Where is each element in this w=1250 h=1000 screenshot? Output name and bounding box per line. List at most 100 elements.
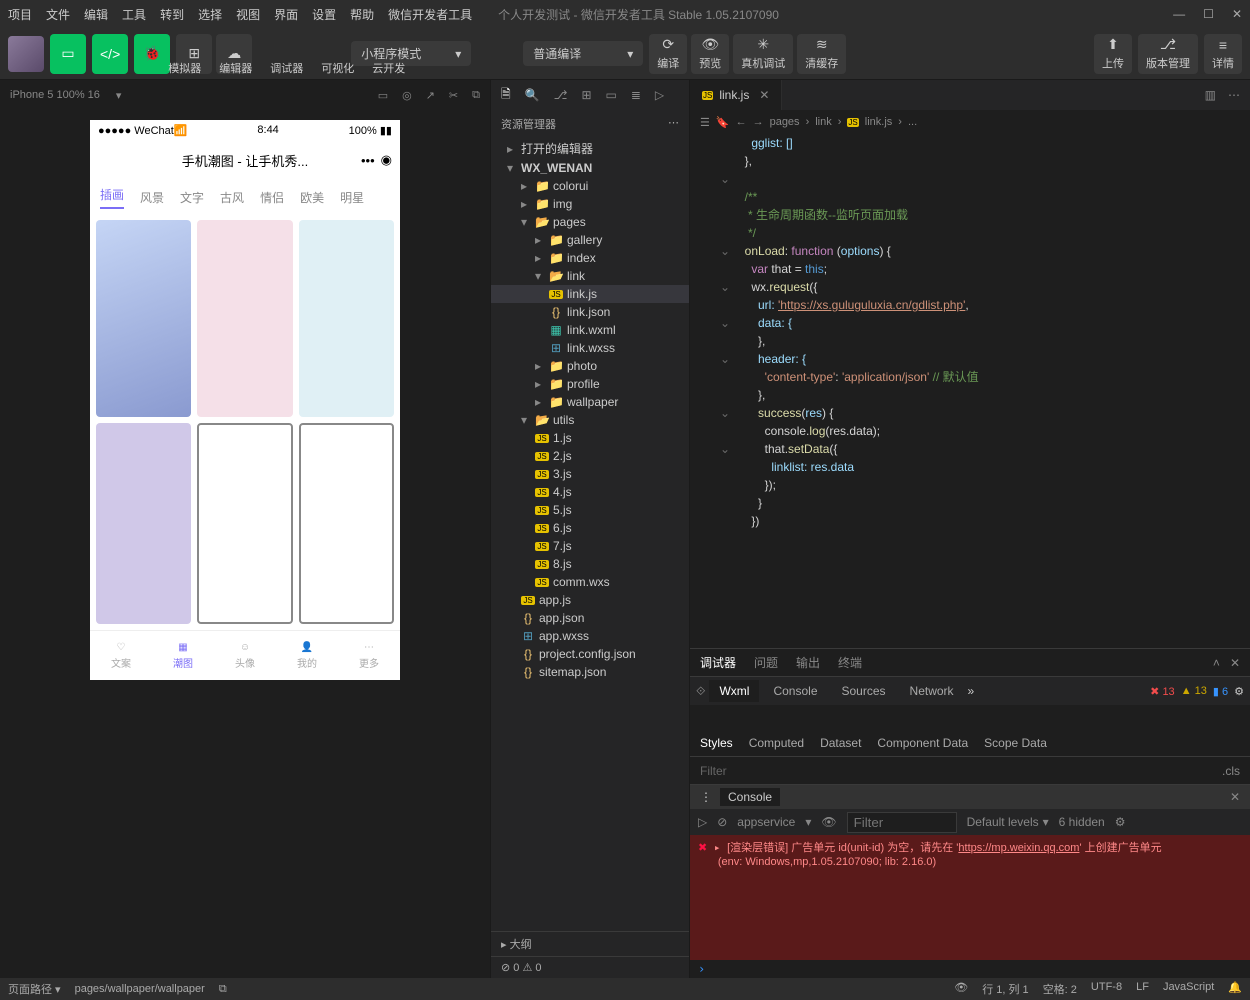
breadcrumb[interactable]: ☰ 🔖 ← → pages › link › JS link.js › ... (690, 110, 1250, 134)
target-icon[interactable]: ◉ (381, 152, 392, 168)
console-drawer-icon[interactable]: ⋮ (700, 790, 712, 804)
folder-wallpaper[interactable]: ▸📁wallpaper (491, 393, 689, 411)
tab-sources[interactable]: Sources (832, 680, 896, 702)
language[interactable]: JavaScript (1163, 981, 1214, 997)
tab-debugger[interactable]: 调试器 (700, 654, 736, 671)
file-projectconfig[interactable]: {}project.config.json (491, 645, 689, 663)
share-icon[interactable]: ↗ (426, 89, 435, 102)
folder-gallery[interactable]: ▸📁gallery (491, 231, 689, 249)
remote-debug-button[interactable]: ✳真机调试 (733, 34, 793, 74)
wallpaper-item[interactable] (197, 423, 292, 624)
file-sitemap[interactable]: {}sitemap.json (491, 663, 689, 681)
file-3js[interactable]: JS3.js (491, 465, 689, 483)
menu-help[interactable]: 帮助 (350, 6, 374, 23)
indent[interactable]: 空格: 2 (1043, 981, 1077, 997)
dataset-tab[interactable]: Dataset (820, 736, 861, 750)
nav-wenan[interactable]: ♡文案 (111, 642, 131, 670)
tab-network[interactable]: Network (900, 680, 964, 702)
back-icon[interactable]: ← (736, 116, 747, 128)
wallpaper-item[interactable] (197, 220, 292, 417)
eol[interactable]: LF (1136, 981, 1149, 997)
simulator-toggle[interactable]: ▭ (50, 34, 86, 74)
file-appjs[interactable]: JSapp.js (491, 591, 689, 609)
tab-wxml[interactable]: Wxml (709, 680, 759, 702)
styles-filter[interactable]: Filter (700, 764, 727, 778)
context-select[interactable]: appservice (737, 815, 795, 829)
tab-scenery[interactable]: 风景 (140, 189, 164, 206)
console-filter-input[interactable] (847, 812, 957, 833)
folder-utils[interactable]: ▾📂utils (491, 411, 689, 429)
bell-icon[interactable]: 🔔 (1228, 981, 1242, 997)
folder-pages[interactable]: ▾📂pages (491, 213, 689, 231)
info-badge[interactable]: ▮ 6 (1213, 685, 1228, 698)
nav-avatar[interactable]: ☺头像 (235, 642, 255, 670)
warn-badge[interactable]: ▲ 13 (1181, 685, 1207, 697)
menu-settings[interactable]: 设置 (312, 6, 336, 23)
menu-dots-icon[interactable]: ••• (361, 153, 375, 168)
tab-western[interactable]: 欧美 (300, 189, 324, 206)
inspect-icon[interactable]: ⟐ (696, 684, 705, 699)
nav-chaotu[interactable]: ▦潮图 (173, 642, 193, 670)
computed-tab[interactable]: Computed (749, 736, 804, 750)
cursor-pos[interactable]: 行 1, 列 1 (982, 981, 1028, 997)
copy-icon[interactable]: ⧉ (472, 89, 480, 102)
menu-view[interactable]: 视图 (236, 6, 260, 23)
cls-toggle[interactable]: .cls (1222, 764, 1240, 778)
bookmark-icon[interactable]: 🔖 (716, 116, 730, 129)
code-editor[interactable]: ⌄⌄⌄⌄⌄⌄⌄ gglist: [] }, /** * 生命周期函数--监听页面… (690, 134, 1250, 648)
files-icon[interactable]: 🗎 (501, 85, 511, 106)
menu-ui[interactable]: 界面 (274, 6, 298, 23)
nav-mine[interactable]: 👤我的 (297, 642, 317, 670)
hidden-count[interactable]: 6 hidden (1059, 815, 1105, 829)
file-1js[interactable]: JS1.js (491, 429, 689, 447)
wallpaper-item[interactable] (96, 220, 191, 417)
locate-icon[interactable]: ◎ (402, 89, 412, 102)
menu-file[interactable]: 文件 (46, 6, 70, 23)
file-link-js[interactable]: JSlink.js (491, 285, 689, 303)
file-appwxss[interactable]: ⊞app.wxss (491, 627, 689, 645)
device-label[interactable]: iPhone 5 100% 16 (10, 89, 100, 101)
wallpaper-item[interactable] (96, 423, 191, 624)
compile-dropdown[interactable]: 普通编译▾ (523, 41, 643, 66)
tab-ancient[interactable]: 古风 (220, 189, 244, 206)
play-icon[interactable]: ▷ (698, 815, 707, 829)
file-appjson[interactable]: {}app.json (491, 609, 689, 627)
tab-problems[interactable]: 问题 (754, 654, 778, 671)
close-icon[interactable]: ✕ (1232, 7, 1242, 21)
ext-icon[interactable]: ⊞ (581, 88, 591, 102)
console-input[interactable]: › (690, 960, 1250, 978)
more-icon[interactable]: ⋯ (668, 116, 679, 132)
wallpaper-item[interactable] (299, 220, 394, 417)
tab-terminal[interactable]: 终端 (838, 654, 862, 671)
upload-button[interactable]: ⬆上传 (1094, 34, 1132, 74)
wallpaper-item[interactable] (299, 423, 394, 624)
project-root[interactable]: ▾WX_WENAN (491, 159, 689, 177)
tab-close-icon[interactable]: ✕ (759, 88, 769, 102)
console-close-icon[interactable]: ✕ (1230, 790, 1240, 804)
console-gear-icon[interactable]: ⚙ (1115, 815, 1126, 829)
folder-colorui[interactable]: ▸📁colorui (491, 177, 689, 195)
details-button[interactable]: ≡详情 (1204, 34, 1242, 74)
forward-icon[interactable]: → (753, 116, 764, 128)
run-icon[interactable]: ▷ (655, 88, 664, 102)
menu-tool[interactable]: 工具 (122, 6, 146, 23)
scopedata-tab[interactable]: Scope Data (984, 736, 1047, 750)
menu-project[interactable]: 项目 (8, 6, 32, 23)
page-path[interactable]: pages/wallpaper/wallpaper (75, 983, 205, 995)
file-link-json[interactable]: {}link.json (491, 303, 689, 321)
file-link-wxml[interactable]: ▦link.wxml (491, 321, 689, 339)
eye-status-icon[interactable]: 👁 (954, 981, 968, 997)
file-5js[interactable]: JS5.js (491, 501, 689, 519)
folder-link[interactable]: ▾📂link (491, 267, 689, 285)
copy-path-icon[interactable]: ⧉ (219, 983, 227, 996)
tab-text[interactable]: 文字 (180, 189, 204, 206)
file-7js[interactable]: JS7.js (491, 537, 689, 555)
file-6js[interactable]: JS6.js (491, 519, 689, 537)
minimize-icon[interactable]: — (1173, 7, 1185, 21)
branch-icon[interactable]: ⎇ (554, 88, 568, 102)
chevron-up-icon[interactable]: ˄ (1213, 656, 1220, 670)
menu-wxdev[interactable]: 微信开发者工具 (388, 6, 472, 23)
folder-photo[interactable]: ▸📁photo (491, 357, 689, 375)
editor-tab-linkjs[interactable]: JS link.js ✕ (690, 80, 782, 110)
section-open-editors[interactable]: ▸打开的编辑器 (491, 138, 689, 159)
